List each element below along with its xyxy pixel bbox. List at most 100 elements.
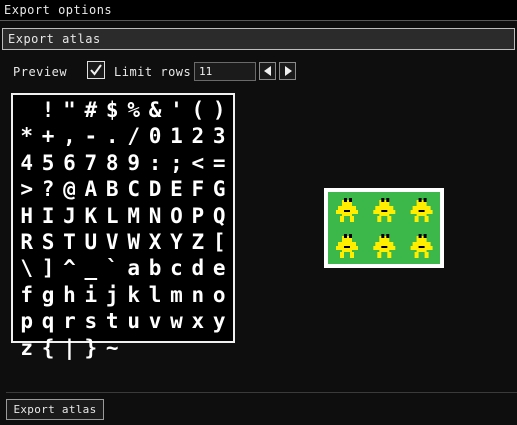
glyph-cell: ~ (105, 335, 119, 360)
glyph-cell: ) (212, 98, 226, 122)
glyph-cell: u (127, 309, 140, 334)
glyph-cell: e (212, 256, 226, 281)
glyph-cell: m (170, 282, 183, 307)
glyph-cell: z (20, 335, 34, 360)
glyph-cell: # (84, 98, 98, 122)
increment-rows-button[interactable] (279, 62, 296, 80)
glyph-cell: T (63, 229, 76, 254)
glyph-cell: @ (63, 177, 76, 202)
glyph-cell: ( (191, 98, 205, 122)
glyph-cell: g (41, 282, 55, 307)
glyph-cell: Q (212, 203, 226, 228)
preview-label: Preview (13, 65, 68, 79)
sprite-atlas-preview (324, 188, 444, 268)
window-title: Export options (4, 3, 113, 17)
glyph-cell: f (20, 282, 34, 307)
footer-divider (6, 392, 517, 393)
glyph-cell: j (105, 282, 119, 307)
glyph-cell: h (63, 282, 76, 307)
glyph-cell: : (148, 150, 162, 175)
glyph-cell: 1 (170, 124, 183, 149)
glyph-cell (16, 97, 37, 123)
glyph-cell: l (148, 282, 162, 307)
glyph-cell: U (84, 229, 98, 254)
glyph-cell: ` (105, 256, 119, 281)
glyph-cell: B (105, 177, 119, 202)
glyph-cell: L (105, 203, 119, 228)
glyph-cell: N (148, 203, 162, 228)
glyph-cell: [ (212, 229, 226, 254)
section-title: Export atlas (8, 32, 101, 46)
glyph-cell: x (191, 309, 205, 334)
glyph-cell: M (127, 203, 140, 228)
glyph-cell: ' (170, 98, 183, 122)
glyph-cell: % (127, 98, 140, 122)
glyph-cell: * (20, 124, 34, 149)
glyph-cell: 4 (20, 150, 34, 175)
glyph-cell: - (84, 124, 98, 149)
glyph-cell: } (84, 335, 98, 360)
glyph-cell: D (148, 177, 162, 202)
glyph-cell: b (148, 256, 162, 281)
glyph-cell: Y (170, 229, 183, 254)
glyph-cell: & (148, 98, 162, 122)
glyph-cell: Z (191, 229, 205, 254)
glyph-cell: y (212, 309, 226, 334)
glyph-cell: < (191, 150, 205, 175)
export-atlas-button[interactable]: Export atlas (6, 399, 104, 420)
glyph-cell: c (170, 256, 183, 281)
glyph-cell: s (84, 309, 98, 334)
glyph-cell: 2 (191, 124, 205, 149)
glyph-cell: W (127, 229, 140, 254)
glyph-cell: > (20, 177, 34, 202)
glyph-cell: q (41, 309, 55, 334)
glyph-cell: \ (20, 256, 34, 281)
glyph-cell: ; (170, 150, 183, 175)
glyph-cell: o (212, 282, 226, 307)
glyph-cell: ? (41, 177, 55, 202)
window-titlebar: Export options (0, 0, 517, 21)
glyph-cell: 9 (127, 150, 140, 175)
glyph-cell: k (127, 282, 140, 307)
glyph-cell: 8 (105, 150, 119, 175)
glyph-cell: , (63, 124, 76, 149)
glyph-cell: A (84, 177, 98, 202)
glyph-cell: a (127, 256, 140, 281)
glyph-cell: i (84, 282, 98, 307)
glyph-cell: p (20, 309, 34, 334)
glyph-grid: ! " # $% & ' () * +, -. / 0 1 2 3 4 5 6 7 8 9:; < = >? @ A B C D E F G H… (16, 97, 230, 361)
glyph-cell: 7 (84, 150, 98, 175)
glyph-cell: O (170, 203, 183, 228)
glyph-cell: ] (41, 256, 55, 281)
glyph-cell: | (63, 335, 76, 360)
glyph-cell: X (148, 229, 162, 254)
glyph-cell: + (41, 124, 55, 149)
glyph-cell: _ (84, 256, 98, 281)
glyph-cell: S (41, 229, 55, 254)
decrement-rows-button[interactable] (259, 62, 276, 80)
glyph-cell: = (212, 150, 226, 175)
glyph-cell: ! (41, 98, 55, 122)
limit-rows-checkbox[interactable] (87, 61, 105, 79)
glyph-cell: P (191, 203, 205, 228)
glyph-cell: { (41, 335, 55, 360)
arrow-left-icon (264, 66, 271, 76)
glyph-cell: . (105, 124, 119, 149)
glyph-cell: 3 (212, 124, 226, 149)
glyph-cell: 0 (148, 124, 162, 149)
glyph-cell: H (20, 203, 34, 228)
limit-rows-input[interactable]: 11 (194, 62, 256, 81)
glyph-cell: F (191, 177, 205, 202)
export-atlas-section-header[interactable]: Export atlas (2, 28, 515, 50)
glyph-cell: 5 (41, 150, 55, 175)
glyph-cell: J (63, 203, 76, 228)
glyph-cell: 6 (63, 150, 76, 175)
glyph-cell: I (41, 203, 55, 228)
glyph-cell: / (127, 124, 140, 149)
glyph-cell: v (148, 309, 162, 334)
font-atlas-preview: ! " # $% & ' () * +, -. / 0 1 2 3 4 5 6 7 8 9:; < = >? @ A B C D E F G H… (11, 93, 235, 360)
glyph-cell: w (170, 309, 183, 334)
glyph-cell: V (105, 229, 119, 254)
glyph-cell: E (170, 177, 183, 202)
glyph-cell: d (191, 256, 205, 281)
